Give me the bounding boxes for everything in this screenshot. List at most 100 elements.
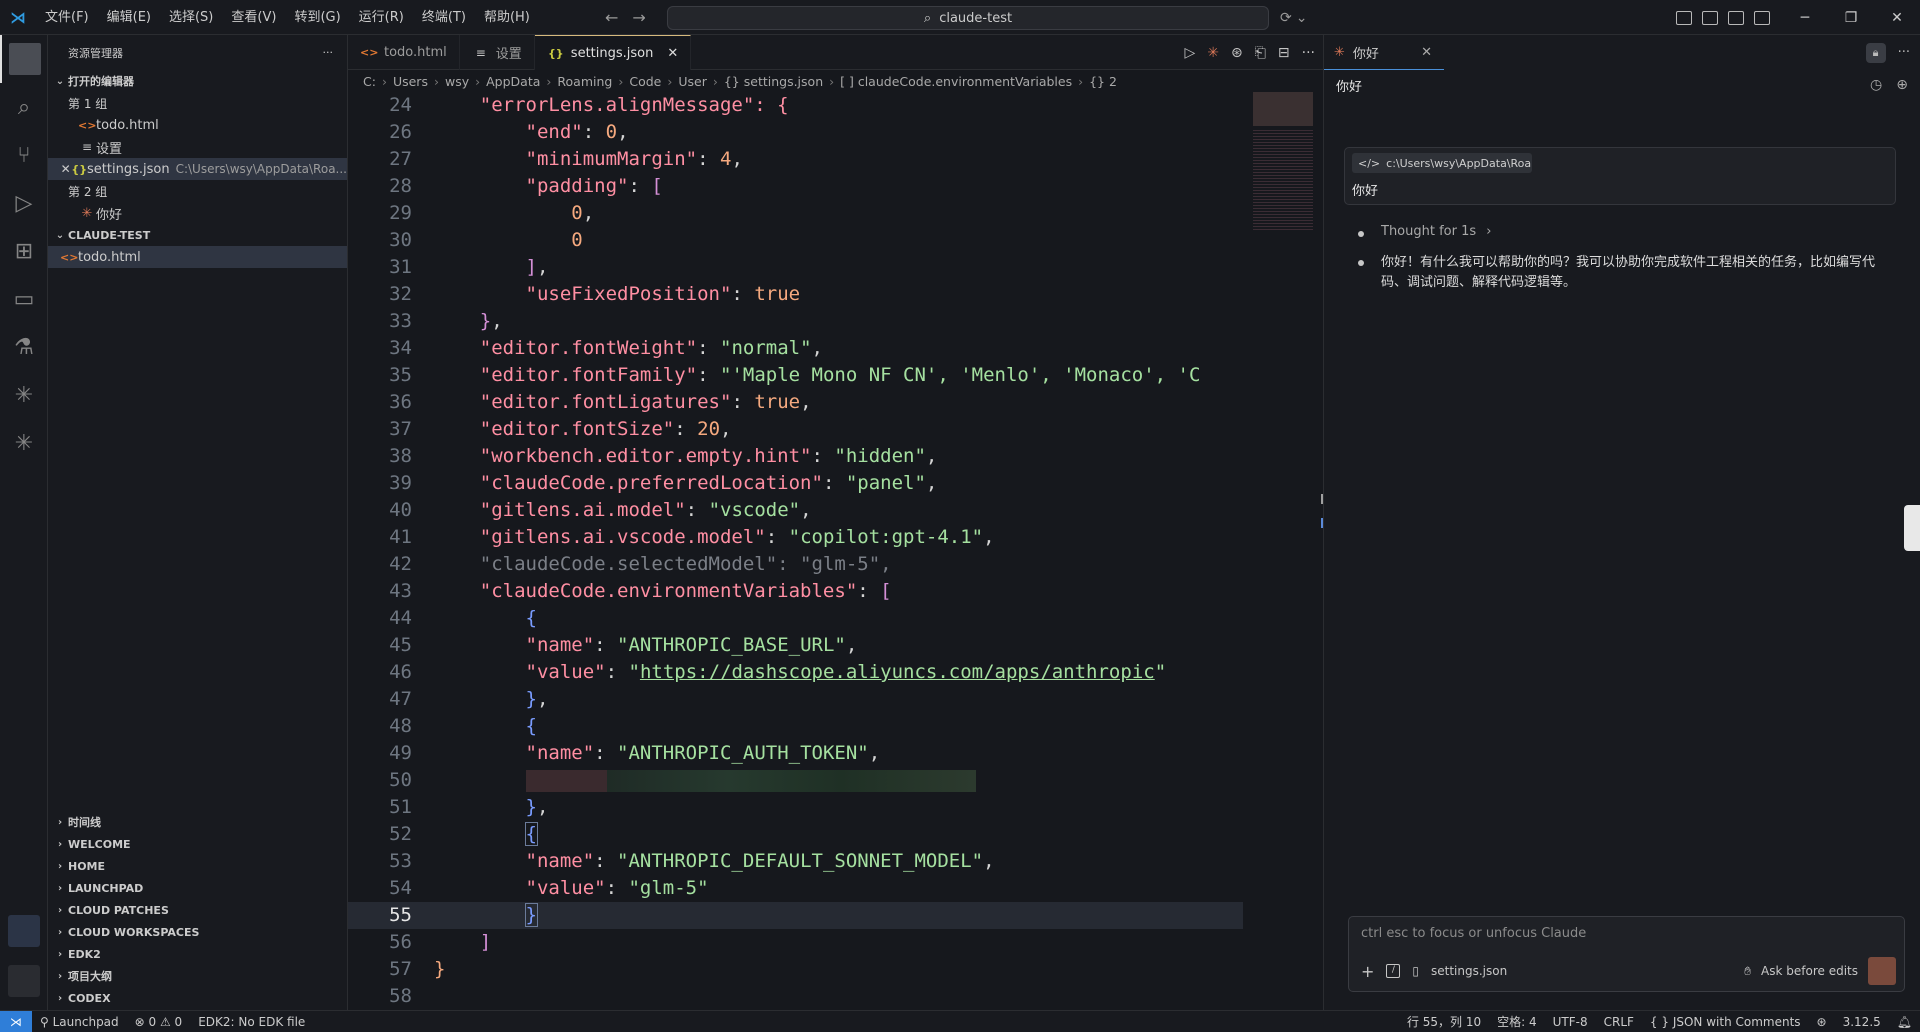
menu-selection[interactable]: 选择(S) — [160, 0, 222, 35]
breadcrumb-item[interactable]: Roaming — [557, 74, 612, 89]
menu-view[interactable]: 查看(V) — [222, 0, 285, 35]
open-editor-settings-ui[interactable]: ≡ 设置 — [48, 136, 347, 158]
close-icon[interactable]: ✕ — [60, 162, 71, 176]
status-problems[interactable]: ⊗ 0 ⚠ 0 — [127, 1015, 191, 1029]
breadcrumb-item[interactable]: Users — [393, 74, 428, 89]
section-welcome[interactable]: › WELCOME — [48, 833, 347, 855]
status-indentation[interactable]: 空格: 4 — [1489, 1013, 1545, 1030]
section-launchpad[interactable]: › LAUNCHPAD — [48, 877, 347, 899]
run-icon[interactable]: ▷ — [1184, 45, 1195, 61]
breadcrumb-item[interactable]: Code — [629, 74, 661, 89]
menu-file[interactable]: 文件(F) — [36, 0, 98, 35]
claude-code-icon[interactable]: ✳ — [0, 419, 48, 467]
tab-settings-ui[interactable]: ≡ 设置 — [460, 35, 535, 70]
minimize-icon[interactable]: ─ — [1782, 0, 1828, 35]
split-editor-icon[interactable]: ⊟ — [1278, 45, 1290, 61]
breadcrumb-item[interactable]: wsy — [445, 74, 469, 89]
status-language[interactable]: { } JSON with Comments — [1642, 1015, 1809, 1029]
breadcrumb-item[interactable]: {} 2 — [1089, 74, 1117, 89]
restore-icon[interactable]: ❐ — [1828, 0, 1874, 35]
remote-explorer-icon[interactable]: ▭ — [0, 275, 48, 323]
remote-indicator-icon[interactable]: ⋊ — [0, 1010, 32, 1032]
section-cloud-workspaces[interactable]: › CLOUD WORKSPACES — [48, 921, 347, 943]
close-tab-icon[interactable]: ✕ — [667, 46, 678, 61]
new-chat-icon[interactable]: ⊕ — [1896, 77, 1908, 93]
status-encoding[interactable]: UTF-8 — [1545, 1015, 1596, 1029]
lock-icon[interactable]: 🔒︎ — [1865, 42, 1886, 63]
status-version[interactable]: 3.12.5 — [1835, 1015, 1889, 1029]
copilot-menu[interactable]: ⟳ ⌄ — [1280, 0, 1307, 35]
source-control-icon[interactable]: ⑂ — [0, 131, 48, 179]
editor-tabs: <> todo.html ≡ 设置 {} settings.json ✕ ▷ ✳… — [348, 35, 1323, 70]
open-editor-settings-json[interactable]: ✕ {} settings.json C:\Users\wsy\AppData\… — [48, 158, 347, 180]
tab-todo-html[interactable]: <> todo.html — [348, 35, 460, 70]
history-icon[interactable]: ◷ — [1870, 77, 1882, 93]
more-actions-icon[interactable]: ··· — [1898, 45, 1910, 60]
command-center[interactable]: ⌕ claude-test — [667, 6, 1269, 30]
file-todo-html[interactable]: <> todo.html — [48, 246, 347, 268]
mode-selector[interactable]: Ask before edits — [1761, 964, 1858, 978]
breadcrumb-item[interactable]: User — [678, 74, 707, 89]
section-codex[interactable]: › CODEX — [48, 987, 347, 1009]
tab-settings-json[interactable]: {} settings.json ✕ — [534, 35, 692, 70]
claude-icon[interactable]: ✳ — [0, 371, 48, 419]
send-button[interactable] — [1868, 957, 1896, 985]
section-outline[interactable]: › 项目大纲 — [48, 965, 347, 987]
close-icon[interactable]: ✕ — [1421, 45, 1432, 60]
add-icon[interactable]: + — [1361, 962, 1374, 981]
back-arrow-icon[interactable]: ← — [605, 8, 618, 27]
search-view-icon[interactable]: ⌕ — [0, 83, 48, 131]
extensions-icon[interactable]: ⊞ — [0, 227, 48, 275]
close-window-icon[interactable]: ✕ — [1874, 0, 1920, 35]
breadcrumb-item[interactable]: [ ] claudeCode.environmentVariables — [840, 74, 1072, 89]
claude-icon[interactable]: ✳ — [1207, 45, 1219, 61]
accounts-icon[interactable] — [0, 915, 48, 947]
attached-file-chip[interactable]: </> c:\Users\wsy\AppData\Roa... — [1352, 153, 1532, 173]
copilot-status-icon[interactable]: ⊛ — [1809, 1015, 1835, 1029]
slash-command-icon[interactable]: / — [1386, 964, 1401, 978]
testing-icon[interactable]: ⚗ — [0, 323, 48, 371]
breadcrumb-item[interactable]: AppData — [486, 74, 540, 89]
open-settings-icon[interactable]: ⎗ — [1255, 45, 1266, 61]
code-editor[interactable]: 24 "errorLens.alignMessage": { 26 "end":… — [348, 92, 1243, 1010]
context-file-label[interactable]: settings.json — [1431, 964, 1507, 978]
breadcrumb-item[interactable]: C: — [363, 74, 376, 89]
panel-resize-handle[interactable] — [1904, 505, 1920, 551]
more-actions-icon[interactable]: ··· — [323, 46, 334, 59]
section-timeline[interactable]: › 时间线 — [48, 811, 347, 833]
open-editor-claude-chat[interactable]: ✳ 你好 — [48, 202, 347, 224]
menu-terminal[interactable]: 终端(T) — [413, 0, 475, 35]
more-actions-icon[interactable]: ··· — [1302, 45, 1315, 61]
chat-tab[interactable]: ✳ 你好 ✕ — [1324, 35, 1444, 70]
menu-go[interactable]: 转到(G) — [285, 0, 349, 35]
section-home[interactable]: › HOME — [48, 855, 347, 877]
status-launchpad[interactable]: ⚲ Launchpad — [32, 1015, 127, 1029]
section-cloud-patches[interactable]: › CLOUD PATCHES — [48, 899, 347, 921]
open-editor-todo[interactable]: <> todo.html — [48, 114, 347, 136]
toggle-secondary-sidebar-icon[interactable] — [1754, 10, 1770, 25]
forward-arrow-icon[interactable]: → — [632, 8, 645, 27]
status-cursor-position[interactable]: 行 55，列 10 — [1399, 1013, 1489, 1030]
minimap[interactable] — [1251, 92, 1323, 1010]
breadcrumb-item[interactable]: {} settings.json — [724, 74, 823, 89]
openai-icon[interactable]: ⊛ — [1231, 45, 1243, 61]
manage-icon[interactable] — [0, 965, 48, 997]
menu-run[interactable]: 运行(R) — [350, 0, 413, 35]
customize-layout-icon[interactable] — [1676, 10, 1692, 25]
thought-toggle[interactable]: Thought for 1s › — [1381, 224, 1492, 239]
chat-input[interactable]: ctrl esc to focus or unfocus Claude + / … — [1348, 916, 1905, 992]
notifications-icon[interactable]: 🔔︎ — [1889, 1015, 1920, 1029]
status-edk[interactable]: EDK2: No EDK file — [190, 1015, 313, 1029]
toggle-primary-sidebar-icon[interactable] — [1702, 10, 1718, 25]
explorer-icon[interactable] — [0, 35, 48, 83]
menu-edit[interactable]: 编辑(E) — [98, 0, 160, 35]
section-edk2[interactable]: › EDK2 — [48, 943, 347, 965]
folder-section[interactable]: ⌄ CLAUDE-TEST — [48, 224, 347, 246]
menu-help[interactable]: 帮助(H) — [475, 0, 539, 35]
url-link[interactable]: https://dashscope.aliyuncs.com/apps/anth… — [640, 661, 1155, 683]
status-eol[interactable]: CRLF — [1596, 1015, 1642, 1029]
run-debug-icon[interactable]: ▷ — [0, 179, 48, 227]
open-editors-section[interactable]: ⌄ 打开的编辑器 — [48, 70, 347, 92]
minimap-slider[interactable] — [1253, 92, 1313, 126]
toggle-panel-icon[interactable] — [1728, 10, 1744, 25]
